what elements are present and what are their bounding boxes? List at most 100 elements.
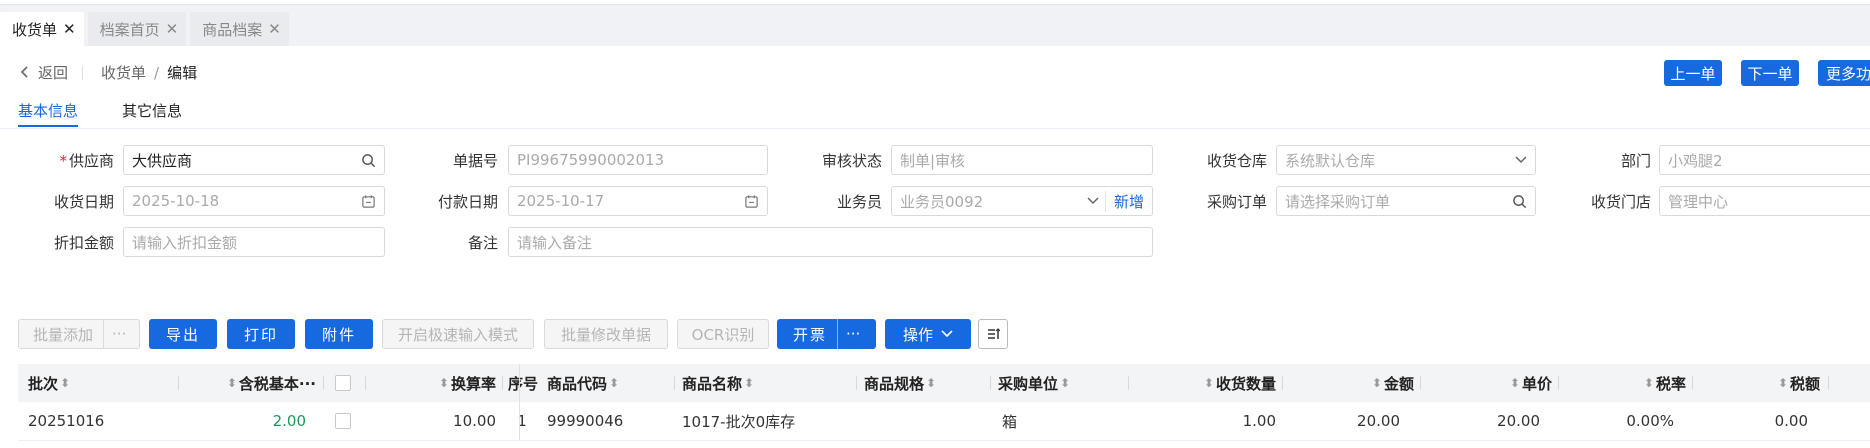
- column-divider: [856, 376, 857, 390]
- supplier-field[interactable]: 大供应商: [123, 145, 385, 175]
- search-icon[interactable]: [361, 153, 376, 168]
- store-label: 收货门店: [1590, 193, 1651, 211]
- cell-unit[interactable]: 箱: [1002, 402, 1017, 440]
- pay-date-label: 付款日期: [437, 193, 498, 211]
- col-seq[interactable]: 序号: [508, 364, 538, 402]
- receive-date-picker[interactable]: 2025-10-18: [123, 186, 385, 216]
- supplier-label: * 供应商: [59, 152, 114, 170]
- column-divider: [365, 376, 366, 390]
- column-divider: [323, 376, 324, 390]
- sort-icon[interactable]: ⬍: [1644, 376, 1654, 390]
- department-label: 部门: [1620, 152, 1651, 170]
- search-icon[interactable]: [1512, 194, 1527, 209]
- sort-icon[interactable]: ⬍: [926, 376, 936, 390]
- tab-receipt[interactable]: 收货单 ✕: [0, 12, 84, 46]
- doc-no-value: PI99675990002013: [517, 151, 665, 169]
- cell-batch[interactable]: 20251016: [28, 402, 104, 440]
- col-checkbox[interactable]: [325, 364, 361, 402]
- column-settings-icon[interactable]: [978, 319, 1008, 349]
- back-link[interactable]: 返回: [38, 62, 68, 83]
- remark-input[interactable]: 请输入备注: [508, 227, 1153, 257]
- tab-other-info[interactable]: 其它信息: [122, 100, 182, 127]
- col-rate[interactable]: ⬍ 换算率: [368, 364, 496, 402]
- invoice-button[interactable]: 开票 ···: [777, 319, 876, 349]
- cell-rate[interactable]: 10.00: [368, 402, 496, 440]
- discount-input[interactable]: 请输入折扣金额: [123, 227, 385, 257]
- pay-date-picker[interactable]: 2025-10-17: [508, 186, 768, 216]
- fast-input-mode-button[interactable]: 开启极速输入模式: [382, 319, 534, 349]
- col-code[interactable]: 商品代码 ⬍: [547, 364, 621, 402]
- department-field[interactable]: 小鸡腿2: [1659, 145, 1870, 175]
- sort-icon[interactable]: ⬍: [1778, 376, 1788, 390]
- divider: [0, 128, 1870, 129]
- divider: [82, 65, 84, 80]
- select-all-checkbox[interactable]: [335, 375, 351, 391]
- cell-tax-rate[interactable]: 0.00%: [1560, 402, 1674, 440]
- add-salesman-link[interactable]: 新增: [1104, 190, 1144, 212]
- column-divider: [1558, 376, 1559, 390]
- discount-label: 折扣金额: [53, 234, 114, 252]
- col-tax-rate[interactable]: ⬍ 税率: [1560, 364, 1686, 402]
- cell-amount[interactable]: 20.00: [1284, 402, 1400, 440]
- sort-icon[interactable]: ⬍: [1372, 376, 1382, 390]
- col-price[interactable]: ⬍ 单价: [1422, 364, 1552, 402]
- more-functions-button[interactable]: 更多功: [1818, 60, 1870, 86]
- column-divider: [1692, 376, 1693, 390]
- sort-icon[interactable]: ⬍: [227, 376, 237, 390]
- sort-icon[interactable]: ⬍: [1060, 376, 1070, 390]
- store-select[interactable]: 管理中心: [1659, 186, 1870, 216]
- col-unit[interactable]: 采购单位 ⬍: [998, 364, 1072, 402]
- operate-dropdown[interactable]: 操作: [885, 319, 971, 349]
- cell-code[interactable]: 99990046: [547, 402, 623, 440]
- column-divider: [1128, 376, 1129, 390]
- tab-product-archive[interactable]: 商品档案 ✕: [190, 12, 289, 46]
- cell-price[interactable]: 20.00: [1422, 402, 1540, 440]
- cell-tax[interactable]: 0.00: [1694, 402, 1808, 440]
- batch-add-button[interactable]: 批量添加 ···: [18, 319, 140, 349]
- top-strip: [0, 0, 1870, 5]
- sort-icon[interactable]: ⬍: [609, 376, 619, 390]
- purchase-order-label: 采购订单: [1206, 193, 1267, 211]
- col-name[interactable]: 商品名称 ⬍: [682, 364, 756, 402]
- next-doc-button[interactable]: 下一单: [1741, 60, 1799, 86]
- sort-icon[interactable]: ⬍: [60, 376, 70, 390]
- calendar-icon: [361, 194, 376, 209]
- cell-name[interactable]: 1017-批次0库存: [682, 402, 795, 440]
- purchase-order-field[interactable]: 请选择采购订单: [1276, 186, 1536, 216]
- row-checkbox-cell[interactable]: [325, 402, 361, 440]
- warehouse-select[interactable]: 系统默认仓库: [1276, 145, 1536, 175]
- ocr-button[interactable]: OCR识别: [677, 319, 769, 349]
- col-batch[interactable]: 批次 ⬍: [28, 364, 72, 402]
- attachment-button[interactable]: 附件: [305, 319, 373, 349]
- prev-doc-button[interactable]: 上一单: [1664, 60, 1722, 86]
- batch-edit-button[interactable]: 批量修改单据: [544, 319, 668, 349]
- cell-qty[interactable]: 1.00: [1136, 402, 1276, 440]
- sort-icon[interactable]: ⬍: [1510, 376, 1520, 390]
- supplier-value: 大供应商: [132, 151, 193, 170]
- col-tax-price[interactable]: ⬍ 含税基本···: [186, 364, 316, 402]
- sort-icon[interactable]: ⬍: [439, 376, 449, 390]
- more-icon[interactable]: ···: [837, 319, 868, 349]
- more-icon[interactable]: ···: [103, 320, 134, 348]
- close-icon[interactable]: ✕: [63, 20, 76, 38]
- back-arrow-icon[interactable]: [20, 64, 30, 82]
- col-qty[interactable]: ⬍ 收货数量: [1136, 364, 1276, 402]
- export-button[interactable]: 导出: [149, 319, 217, 349]
- row-checkbox[interactable]: [335, 413, 351, 429]
- cell-tax-price[interactable]: 2.00: [186, 402, 306, 440]
- tab-archive-home[interactable]: 档案首页 ✕: [87, 12, 187, 46]
- tab-basic-info[interactable]: 基本信息: [18, 100, 79, 127]
- close-icon[interactable]: ✕: [268, 20, 281, 38]
- col-amount[interactable]: ⬍ 金额: [1284, 364, 1414, 402]
- print-button[interactable]: 打印: [227, 319, 295, 349]
- main-panel: 返回 收货单 / 编辑 上一单 下一单 更多功 基本信息 其它信息 * 供应商 大…: [0, 46, 1870, 448]
- col-tax[interactable]: ⬍ 税额: [1694, 364, 1820, 402]
- col-spec[interactable]: 商品规格 ⬍: [864, 364, 938, 402]
- table-row[interactable]: 20251016 2.00 10.00 1 99990046 1017-批次0库…: [18, 402, 1870, 441]
- salesman-select[interactable]: 业务员0092 新增: [891, 186, 1153, 216]
- sort-icon[interactable]: ⬍: [744, 376, 754, 390]
- salesman-label: 业务员: [836, 193, 882, 211]
- sort-icon[interactable]: ⬍: [1204, 376, 1214, 390]
- breadcrumb-parent[interactable]: 收货单: [101, 62, 146, 83]
- close-icon[interactable]: ✕: [166, 20, 179, 38]
